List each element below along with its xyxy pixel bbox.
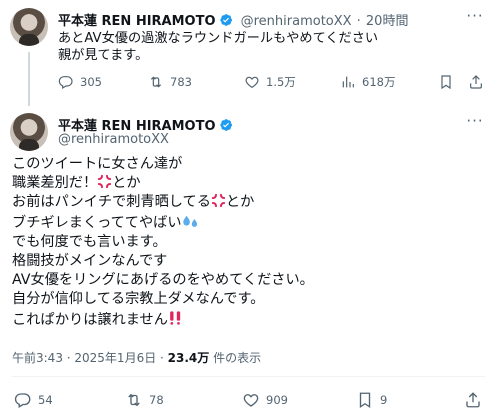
reply-button[interactable]: 54: [14, 390, 53, 410]
handle[interactable]: @renhiramotoXX: [58, 132, 169, 147]
view-count: 23.4万: [167, 351, 210, 365]
bookmark-button[interactable]: 9: [356, 390, 387, 410]
retweet-icon: [128, 393, 140, 407]
retweet-count: 78: [149, 393, 164, 407]
view-label: 件の表示: [209, 351, 262, 365]
tweet-text-line: 職業差別だ！ とか: [12, 175, 141, 192]
views-button[interactable]: 618万: [340, 72, 395, 92]
tweet-text-line: でも何度でも言います。: [12, 233, 167, 250]
share-button[interactable]: [468, 72, 490, 92]
reply-button[interactable]: 305: [58, 72, 102, 92]
view-count: 618万: [362, 75, 396, 89]
double-exclamation-emoji: [170, 310, 181, 325]
retweet-button[interactable]: 783: [148, 72, 192, 92]
tweet-text-line: 格闘技がメインなんです: [12, 253, 168, 270]
tweet-text: あとAV女優の過激なラウンドガールもやめてください 親が見てます。: [58, 30, 478, 64]
reply-count: 54: [38, 393, 53, 407]
avatar[interactable]: [10, 113, 48, 151]
tweet-text-line: 親が見てます。: [58, 48, 149, 63]
more-icon[interactable]: ···: [466, 9, 484, 28]
like-count: 1.5万: [266, 75, 296, 89]
tweet-text-line: お前はパンイチで刺青晒してる とか: [12, 194, 255, 211]
like-icon: [243, 394, 259, 407]
tweet-text-line: あとAV女優の過激なラウンドガールもやめてください: [58, 31, 379, 46]
relative-time[interactable]: 20時間: [366, 14, 409, 29]
bookmark-button[interactable]: [438, 72, 460, 92]
like-icon: [245, 76, 259, 89]
sweat-droplets-emoji: [182, 215, 197, 227]
tweet-text-line: AV女優をリングにあげるのをやめてください。: [12, 272, 314, 289]
like-button[interactable]: 1.5万: [244, 72, 296, 92]
action-bar: 54 78 909 9: [12, 390, 488, 410]
action-bar: 305 783 1.5万 618万: [58, 72, 488, 92]
verified-icon: [219, 14, 232, 26]
retweet-icon: [150, 76, 162, 88]
tweet-text-line: このツイートに女さん達が: [12, 156, 183, 172]
separator: ·: [356, 14, 361, 29]
thread-connector-line: [28, 52, 30, 106]
share-button[interactable]: [464, 390, 488, 410]
more-icon[interactable]: ···: [466, 114, 484, 133]
tweet-meta: 午前3:43 · 2025年1月6日 · 23.4万 件の表示: [12, 349, 261, 366]
timestamp[interactable]: 午前3:43 · 2025年1月6日 ·: [12, 351, 168, 365]
like-button[interactable]: 909: [242, 390, 288, 410]
share-icon: [466, 392, 480, 408]
bookmark-icon: [441, 75, 451, 90]
like-count: 909: [266, 393, 288, 407]
bookmark-icon: [359, 392, 371, 409]
display-name[interactable]: 平本蓮 REN HIRAMOTO: [58, 14, 216, 29]
verified-icon: [219, 119, 232, 131]
share-icon: [470, 75, 482, 89]
anger-mark-emoji: [98, 175, 112, 189]
reply-icon: [14, 393, 31, 408]
views-icon: [342, 76, 354, 88]
tweet-text-line: 自分が信仰してる宗教上ダメなんです。: [12, 291, 265, 308]
avatar[interactable]: [10, 8, 48, 46]
handle[interactable]: @renhiramotoXX: [241, 14, 352, 29]
divider: [12, 376, 485, 377]
tweet-text-line: これぱかりは譲れません: [12, 310, 482, 330]
tweet-text: このツイートに女さん達が 職業差別だ！ とか お前はパンイチで刺青晒してる とか ブ…: [12, 155, 482, 330]
retweet-count: 783: [170, 75, 192, 89]
tweet-header: 平本蓮 REN HIRAMOTO @renhiramotoXX · 20時間: [58, 10, 409, 29]
reply-icon: [58, 76, 73, 90]
tweet-text-line: ブチギレまくっててやばい: [12, 213, 482, 233]
reply-count: 305: [80, 75, 102, 89]
retweet-button[interactable]: 78: [125, 390, 164, 410]
bookmark-count: 9: [380, 393, 388, 407]
anger-mark-emoji: [211, 194, 226, 208]
